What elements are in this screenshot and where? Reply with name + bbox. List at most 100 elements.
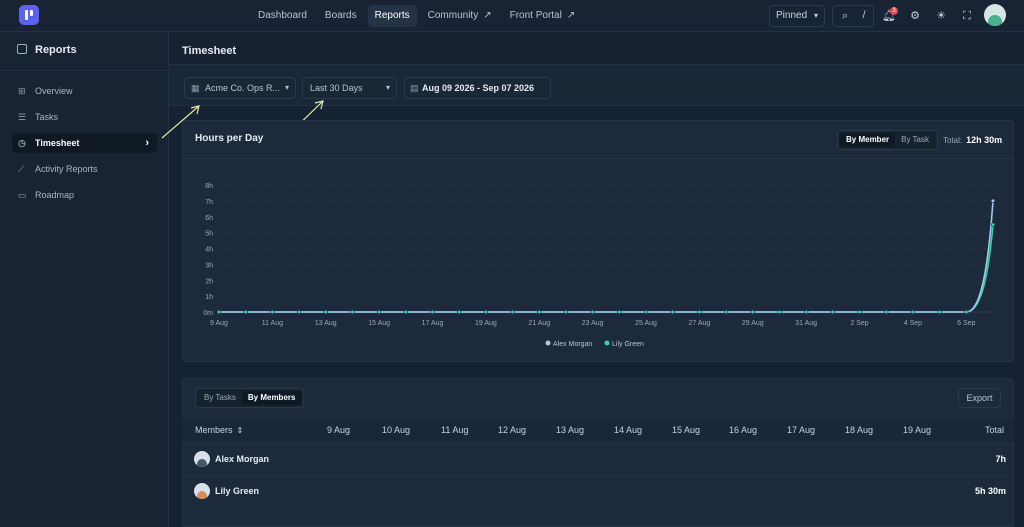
- app-logo-icon[interactable]: [19, 5, 39, 25]
- data-point[interactable]: [990, 222, 996, 227]
- range-filter-label: Last 30 Days: [310, 83, 363, 93]
- x-tick-label: 19 Aug: [475, 320, 497, 327]
- data-point[interactable]: [403, 309, 408, 315]
- external-link-icon: ↗: [483, 10, 492, 21]
- nav-item-reports[interactable]: Reports: [367, 5, 417, 27]
- series-line-lily-green: [219, 224, 994, 313]
- data-point[interactable]: [563, 309, 569, 315]
- data-point[interactable]: [964, 309, 969, 315]
- date-range-picker[interactable]: ▤ Aug 09 2026 - Sep 07 2026: [404, 77, 551, 99]
- data-point[interactable]: [670, 309, 675, 315]
- nav-item-community[interactable]: Community ↗: [421, 5, 499, 27]
- date-column-header: 18 Aug: [845, 418, 873, 442]
- export-button[interactable]: Export: [958, 388, 1001, 408]
- grid-icon: ⊞: [18, 86, 26, 96]
- date-column-header: 11 Aug: [441, 418, 468, 442]
- data-point[interactable]: [483, 309, 488, 315]
- data-point[interactable]: [243, 309, 248, 315]
- date-column-header: 12 Aug: [498, 418, 526, 442]
- data-point[interactable]: [910, 309, 916, 315]
- data-point[interactable]: [590, 309, 595, 315]
- user-avatar[interactable]: [984, 4, 1006, 26]
- member-avatar: [194, 451, 210, 467]
- data-point[interactable]: [296, 309, 302, 315]
- y-tick-label: 6h: [205, 215, 213, 222]
- member-avatar: [194, 483, 210, 499]
- legend-swatch: [545, 340, 551, 346]
- table-row[interactable]: Alex Morgan 7h: [182, 443, 1014, 473]
- data-point[interactable]: [777, 309, 782, 315]
- member-total: 7h: [995, 454, 1006, 464]
- date-column-header: 9 Aug: [327, 418, 350, 442]
- gear-icon[interactable]: ⚙: [908, 9, 922, 23]
- data-point[interactable]: [270, 309, 275, 315]
- column-label: Members: [195, 425, 233, 435]
- fullscreen-icon[interactable]: ⛶: [960, 9, 974, 23]
- data-point[interactable]: [830, 309, 835, 315]
- data-point[interactable]: [884, 309, 889, 315]
- date-column-header: 19 Aug: [903, 418, 931, 442]
- search-icon: ⌕: [841, 10, 849, 22]
- x-tick-label: 11 Aug: [262, 320, 283, 327]
- nav-item-label: Community: [427, 10, 479, 21]
- data-point[interactable]: [430, 309, 435, 315]
- list-icon: ☰: [18, 112, 27, 122]
- data-point[interactable]: [510, 309, 515, 315]
- x-tick-label: 6 Sep: [957, 320, 975, 327]
- sidebar-item-activity-reports[interactable]: ⟋ Activity Reports: [12, 159, 157, 179]
- sidebar-item-overview[interactable]: ⊞ Overview: [12, 81, 157, 101]
- shortcut-key: /: [862, 10, 866, 21]
- data-point[interactable]: [350, 309, 355, 315]
- table-row[interactable]: Lily Green 5h 30m: [182, 475, 1014, 505]
- nav-item-front-portal[interactable]: Front Portal ↗: [503, 5, 583, 27]
- x-tick-label: 21 Aug: [528, 320, 550, 327]
- data-point[interactable]: [750, 309, 755, 315]
- sidebar-item-label: Tasks: [35, 112, 59, 122]
- sidebar-title: Reports: [17, 44, 77, 56]
- sidebar-item-tasks[interactable]: ☰ Tasks: [12, 107, 157, 127]
- data-point[interactable]: [990, 198, 996, 203]
- notification-badge: 3: [890, 7, 898, 15]
- chevron-down-icon: ▾: [813, 11, 818, 20]
- data-point[interactable]: [537, 309, 542, 315]
- data-point[interactable]: [323, 309, 328, 315]
- data-point[interactable]: [697, 309, 702, 315]
- x-tick-label: 4 Sep: [904, 320, 922, 327]
- column-label: 13 Aug: [556, 425, 585, 435]
- external-link-icon: ↗: [566, 10, 576, 21]
- column-label: 14 Aug: [614, 425, 643, 435]
- pinned-dropdown[interactable]: Pinned ▾: [769, 5, 825, 27]
- data-point[interactable]: [857, 309, 862, 315]
- toggle-by-task[interactable]: By Task: [895, 133, 935, 147]
- data-point[interactable]: [804, 309, 809, 315]
- series-line-alex-morgan: [219, 200, 994, 313]
- sort-icon: ⇕: [236, 426, 244, 435]
- sidebar-item-timesheet[interactable]: ◷ Timesheet ›: [12, 133, 157, 153]
- data-point[interactable]: [377, 309, 382, 315]
- y-tick-label: 4h: [205, 247, 213, 254]
- sidebar-toggle-icon[interactable]: [17, 44, 27, 54]
- data-point[interactable]: [937, 309, 942, 315]
- chart-title: Hours per Day: [195, 133, 264, 144]
- data-point[interactable]: [216, 309, 222, 315]
- total-value: 12h 30m: [966, 135, 1003, 145]
- search-button[interactable]: ⌕ /: [832, 5, 874, 27]
- nav-item-dashboard[interactable]: Dashboard: [251, 5, 314, 27]
- data-point[interactable]: [724, 309, 729, 315]
- members-column-header[interactable]: Members ⇕: [195, 418, 243, 443]
- column-label: 9 Aug: [327, 425, 351, 435]
- tab-by-members[interactable]: By Members: [241, 391, 302, 405]
- chart-total: Total: 12h 30m: [943, 135, 1002, 145]
- sidebar-divider: [0, 70, 169, 71]
- data-point[interactable]: [457, 309, 462, 315]
- sidebar-item-roadmap[interactable]: ▭ Roadmap: [12, 185, 157, 205]
- sun-icon[interactable]: ☀: [934, 9, 948, 23]
- data-point[interactable]: [617, 309, 622, 315]
- tab-by-tasks[interactable]: By Tasks: [198, 391, 242, 405]
- sidebar-item-label: Activity Reports: [35, 164, 98, 174]
- toggle-by-member[interactable]: By Member: [840, 133, 896, 147]
- member-total: 5h 30m: [974, 486, 1006, 496]
- data-point[interactable]: [643, 309, 649, 315]
- x-tick-label: 13 Aug: [315, 320, 337, 327]
- nav-item-boards[interactable]: Boards: [318, 5, 364, 27]
